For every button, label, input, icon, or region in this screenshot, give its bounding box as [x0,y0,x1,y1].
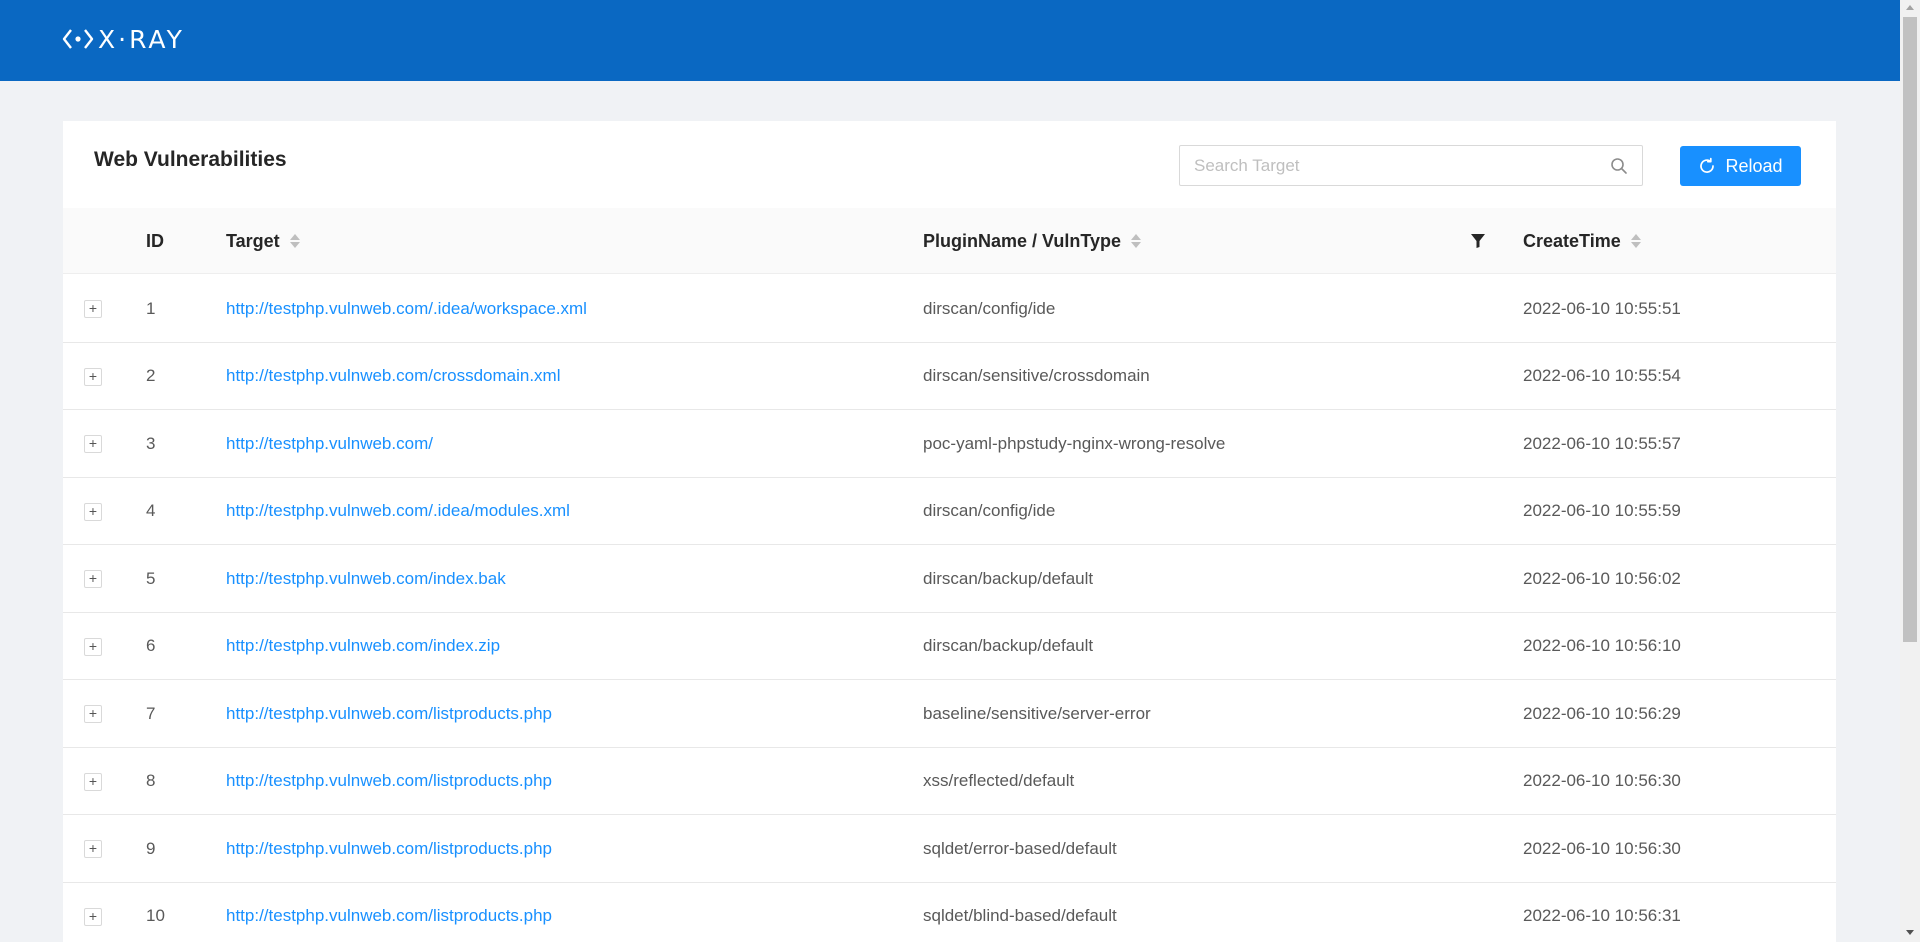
cell-id: 4 [146,501,156,520]
table-header: ID Target PluginName / VulnType CreateTi… [63,208,1836,274]
column-label-plugin: PluginName / VulnType [923,230,1122,251]
filter-icon[interactable] [1470,233,1486,249]
expand-row-button[interactable]: + [84,300,102,318]
cell-id: 6 [146,636,156,655]
table-row: + 8 http://testphp.vulnweb.com/listprodu… [63,748,1836,815]
cell-target-link[interactable]: http://testphp.vulnweb.com/listproducts.… [226,815,552,882]
cell-id: 9 [146,838,156,858]
vertical-scrollbar[interactable] [1900,0,1920,942]
cell-target-link[interactable]: http://testphp.vulnweb.com/listproducts.… [226,748,552,815]
table-row: + 5 http://testphp.vulnweb.com/index.bak… [63,545,1836,613]
expand-row-button[interactable]: + [84,637,102,656]
cell-id: 10 [146,906,165,925]
cell-plugin: xss/reflected/default [923,771,1075,790]
column-header-id: ID [146,208,164,274]
reload-icon [1700,157,1715,173]
diamond-code-icon [62,29,94,49]
cell-create-time: 2022-06-10 10:55:54 [1523,366,1681,385]
cell-create-time: 2022-06-10 10:56:30 [1523,771,1681,790]
cell-create-time: 2022-06-10 10:56:02 [1523,568,1681,588]
top-header: X·RAY [0,0,1900,81]
cell-create-time: 2022-06-10 10:55:57 [1523,433,1681,453]
cell-target-link[interactable]: http://testphp.vulnweb.com/ [226,410,433,477]
table-row: + 1 http://testphp.vulnweb.com/.idea/wor… [63,275,1836,343]
column-header-create-time[interactable]: CreateTime [1523,208,1641,274]
cell-target-link[interactable]: http://testphp.vulnweb.com/listproducts.… [226,680,552,747]
cell-target-link[interactable]: http://testphp.vulnweb.com/listproducts.… [226,883,552,942]
sort-icon[interactable] [1131,234,1142,248]
expand-row-button[interactable]: + [84,367,102,386]
column-header-plugin[interactable]: PluginName / VulnType [923,208,1142,274]
expand-row-button[interactable]: + [84,840,102,858]
expand-row-button[interactable]: + [84,705,102,723]
cell-plugin: baseline/sensitive/server-error [923,703,1151,723]
cell-target-link[interactable]: http://testphp.vulnweb.com/.idea/workspa… [226,275,587,342]
cell-create-time: 2022-06-10 10:56:10 [1523,636,1681,655]
cell-create-time: 2022-06-10 10:55:59 [1523,501,1681,520]
cell-plugin: dirscan/sensitive/crossdomain [923,366,1150,385]
table-body: + 1 http://testphp.vulnweb.com/.idea/wor… [63,275,1836,942]
cell-target-link[interactable]: http://testphp.vulnweb.com/index.zip [226,613,500,680]
cell-id: 5 [146,568,156,588]
vulnerabilities-card: Web Vulnerabilities Reload ID Target Plu… [63,121,1836,942]
expand-row-button[interactable]: + [84,570,102,588]
column-header-target[interactable]: Target [226,208,300,274]
expand-row-button[interactable]: + [84,435,102,453]
cell-id: 1 [146,298,156,318]
search-input[interactable] [1180,146,1600,185]
sort-icon[interactable] [1630,234,1641,248]
scroll-up-arrow-icon[interactable] [1906,5,1914,10]
cell-create-time: 2022-06-10 10:56:31 [1523,906,1681,925]
sort-icon[interactable] [289,234,300,248]
cell-plugin: dirscan/config/ide [923,501,1056,520]
column-label-id: ID [146,230,164,251]
scroll-down-arrow-icon[interactable] [1906,930,1914,935]
logo-text: X·RAY [98,24,185,54]
app-logo[interactable]: X·RAY [62,24,185,54]
table-row: + 10 http://testphp.vulnweb.com/listprod… [63,883,1836,942]
table-row: + 9 http://testphp.vulnweb.com/listprodu… [63,815,1836,883]
reload-button[interactable]: Reload [1680,146,1801,186]
search-box [1179,145,1643,186]
cell-create-time: 2022-06-10 10:56:30 [1523,838,1681,858]
reload-label: Reload [1725,155,1783,176]
cell-create-time: 2022-06-10 10:56:29 [1523,703,1681,723]
scrollbar-thumb[interactable] [1903,17,1917,642]
cell-target-link[interactable]: http://testphp.vulnweb.com/.idea/modules… [226,478,570,545]
cell-plugin: sqldet/error-based/default [923,838,1117,858]
cell-create-time: 2022-06-10 10:55:51 [1523,298,1681,318]
cell-id: 7 [146,703,156,723]
cell-id: 8 [146,771,156,790]
table-row: + 4 http://testphp.vulnweb.com/.idea/mod… [63,478,1836,545]
page-title: Web Vulnerabilities [94,148,287,171]
cell-plugin: dirscan/backup/default [923,568,1094,588]
cell-plugin: dirscan/config/ide [923,298,1056,318]
cell-id: 2 [146,366,156,385]
table-row: + 7 http://testphp.vulnweb.com/listprodu… [63,680,1836,748]
cell-target-link[interactable]: http://testphp.vulnweb.com/crossdomain.x… [226,343,560,410]
expand-row-button[interactable]: + [84,907,102,926]
cell-plugin: dirscan/backup/default [923,636,1094,655]
expand-row-button[interactable]: + [84,772,102,791]
table-row: + 3 http://testphp.vulnweb.com/ poc-yaml… [63,410,1836,478]
cell-id: 3 [146,433,156,453]
cell-plugin: sqldet/blind-based/default [923,906,1117,925]
table-row: + 6 http://testphp.vulnweb.com/index.zip… [63,613,1836,680]
cell-plugin: poc-yaml-phpstudy-nginx-wrong-resolve [923,433,1226,453]
table-row: + 2 http://testphp.vulnweb.com/crossdoma… [63,343,1836,410]
cell-target-link[interactable]: http://testphp.vulnweb.com/index.bak [226,545,506,612]
search-icon[interactable] [1610,157,1628,175]
column-label-target: Target [226,230,280,251]
column-label-create-time: CreateTime [1523,230,1621,251]
expand-row-button[interactable]: + [84,502,102,521]
